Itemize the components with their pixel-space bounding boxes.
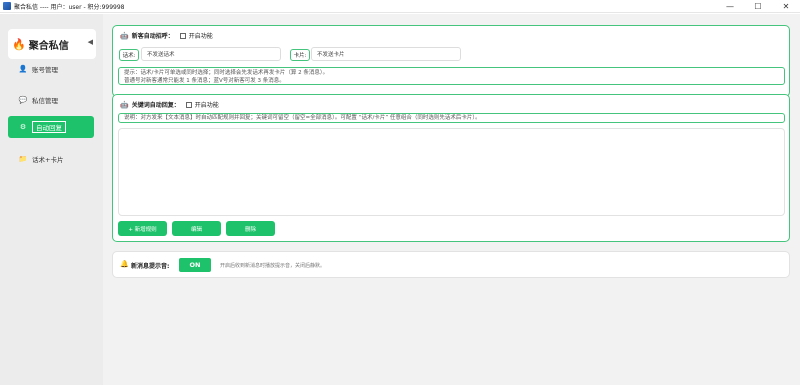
- window-title: 聚合私信 ---- 用户：user - 积分:999998: [14, 3, 125, 11]
- robot-icon: 🤖: [120, 31, 129, 40]
- keyword-title-row: 🤖 关键词自动回复： 开启功能: [120, 100, 219, 110]
- flame-icon: 🔥: [12, 37, 26, 51]
- title-bar: 聚合私信 ---- 用户：user - 积分:999998 — ☐ ✕: [0, 0, 800, 13]
- keyword-reply-card: 🤖 关键词自动回复： 开启功能 说明：对方发来【文本消息】时自动匹配规则并回复；…: [112, 94, 790, 242]
- maximize-button[interactable]: ☐: [744, 0, 772, 13]
- sidebar-item-scripts-cards[interactable]: 📁 话术+卡片: [8, 148, 94, 170]
- notify-label: 新消息提示音:: [131, 263, 170, 270]
- window-controls: — ☐ ✕: [716, 0, 800, 13]
- brand: 🔥 聚合私信 ◀: [8, 29, 96, 59]
- notification-sound-card: 🔔 新消息提示音: ON 开启后收到新消息时播放提示音，关闭后静默。: [112, 251, 790, 278]
- minimize-button[interactable]: —: [716, 0, 744, 13]
- chat-icon: 💬: [18, 96, 28, 104]
- card-select[interactable]: 不发送卡片: [311, 47, 461, 61]
- sidebar-item-accounts[interactable]: 👤 账号管理: [8, 58, 94, 80]
- sidebar-item-messages[interactable]: 💬 私信管理: [8, 89, 94, 111]
- user-icon: 👤: [18, 65, 28, 73]
- brand-name: 聚合私信: [28, 40, 69, 52]
- rules-list[interactable]: [118, 128, 785, 216]
- sidebar-item-auto-reply[interactable]: ⚙ 自动回复: [8, 116, 94, 138]
- new-guest-title: 新客自动招呼：: [131, 33, 174, 40]
- new-guest-enable-checkbox[interactable]: [179, 32, 186, 39]
- folder-icon: 📁: [18, 155, 28, 163]
- robot-icon: ⚙: [19, 123, 27, 131]
- notify-description: 开启后收到新消息时播放提示音，关闭后静默。: [220, 263, 326, 269]
- sidebar-item-label: 话术+卡片: [32, 156, 64, 164]
- delete-rule-button[interactable]: 删除: [226, 221, 275, 236]
- robot-icon: 🤖: [120, 100, 129, 109]
- close-button[interactable]: ✕: [772, 0, 800, 13]
- main-content: 🤖 新客自动招呼： 开启功能 话术: 不发送话术 卡片: 不发送卡片 提示：话术…: [103, 14, 800, 385]
- sidebar-item-label: 私信管理: [32, 97, 58, 105]
- new-guest-enable-label: 开启功能: [188, 33, 213, 40]
- sidebar-item-label: 账号管理: [32, 66, 58, 74]
- add-rule-button[interactable]: + 新增规则: [118, 221, 167, 236]
- keyword-enable-label: 开启功能: [194, 102, 219, 109]
- script-field-tag: 话术:: [119, 49, 139, 61]
- hint-line: 普通号对新客通常只能发 1 条消息；蓝V号对新客可发 3 条消息。: [124, 78, 285, 84]
- edit-rule-button[interactable]: 编辑: [172, 221, 221, 236]
- sidebar: 🔥 聚合私信 ◀ 👤 账号管理 💬 私信管理 ⚙ 自动回复 📁 话术+卡片: [0, 14, 103, 385]
- script-select[interactable]: 不发送话术: [141, 47, 281, 61]
- bell-icon: 🔔: [120, 260, 129, 268]
- keyword-title: 关键词自动回复：: [131, 102, 180, 109]
- new-guest-greeting-card: 🤖 新客自动招呼： 开启功能 话术: 不发送话术 卡片: 不发送卡片 提示：话术…: [112, 25, 790, 97]
- notify-toggle[interactable]: ON: [179, 258, 211, 272]
- collapse-sidebar-icon[interactable]: ◀: [88, 38, 93, 46]
- new-guest-title-row: 🤖 新客自动招呼： 开启功能: [120, 31, 213, 41]
- hint-line: 提示：话术/卡片可单选或同时选择；同时选择会先发话术再发卡片（算 2 条消息）。: [124, 70, 329, 76]
- app-icon: [3, 2, 11, 10]
- keyword-enable-checkbox[interactable]: [185, 101, 192, 108]
- keyword-description: 说明：对方发来【文本消息】时自动匹配规则并回复；关键词可留空（留空=全部消息）。…: [118, 113, 785, 123]
- card-field-tag: 卡片:: [290, 49, 310, 61]
- sidebar-item-label: 自动回复: [32, 121, 66, 133]
- new-guest-hint: 提示：话术/卡片可单选或同时选择；同时选择会先发话术再发卡片（算 2 条消息）。…: [118, 67, 785, 85]
